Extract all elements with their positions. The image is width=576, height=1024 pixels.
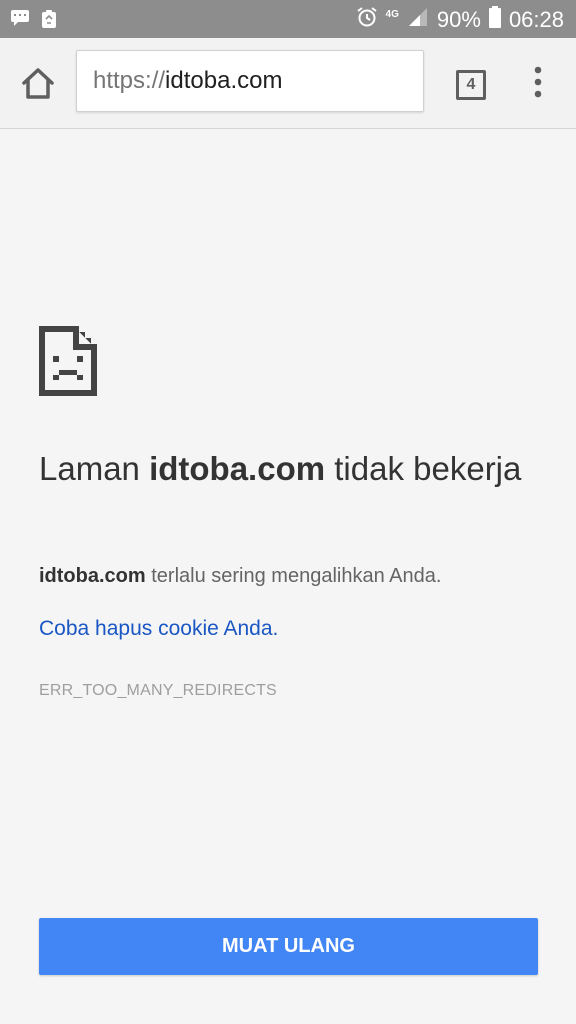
- home-button[interactable]: [18, 64, 58, 104]
- url-scheme: https://: [93, 67, 166, 94]
- heading-prefix: Laman: [39, 450, 150, 487]
- reload-button[interactable]: MUAT ULANG: [39, 918, 538, 975]
- error-description: idtoba.com terlalu sering mengalihkan An…: [39, 565, 441, 588]
- battery-icon: [488, 6, 501, 34]
- error-code: ERR_TOO_MANY_REDIRECTS: [39, 682, 277, 699]
- heading-suffix: tidak bekerja: [325, 450, 522, 487]
- clear-cookies-link[interactable]: Coba hapus cookie Anda.: [39, 617, 278, 641]
- network-type: 4G: [385, 8, 399, 20]
- status-bar: 4G 90% 06:28: [0, 0, 576, 38]
- alarm-icon: [356, 6, 378, 34]
- recycle-clipboard-icon: [40, 9, 58, 34]
- more-vert-icon: [534, 66, 542, 98]
- url-host: idtoba.com: [165, 67, 283, 94]
- signal-icon: [407, 6, 429, 34]
- clock: 06:28: [508, 7, 564, 32]
- chat-notification-icon: [10, 9, 30, 34]
- tab-switcher-button[interactable]: 4: [456, 70, 486, 100]
- tab-count: 4: [466, 76, 476, 93]
- sad-page-icon: [39, 326, 97, 396]
- clear-cookies-link-text: Coba hapus cookie Anda: [39, 617, 273, 640]
- home-icon: [22, 68, 54, 99]
- url-bar[interactable]: https://idtoba.com: [76, 50, 424, 112]
- battery-percent: 90%: [436, 7, 481, 32]
- heading-domain: idtoba.com: [149, 450, 326, 487]
- browser-toolbar: https://idtoba.com 4: [0, 38, 576, 129]
- clear-cookies-link-period: .: [272, 617, 279, 640]
- description-domain: idtoba.com: [39, 565, 146, 587]
- notification-icons: [10, 9, 58, 34]
- overflow-menu-button[interactable]: [528, 66, 548, 98]
- error-heading: Laman idtoba.com tidak bekerja: [39, 446, 539, 492]
- description-text: terlalu sering mengalihkan Anda.: [145, 565, 442, 587]
